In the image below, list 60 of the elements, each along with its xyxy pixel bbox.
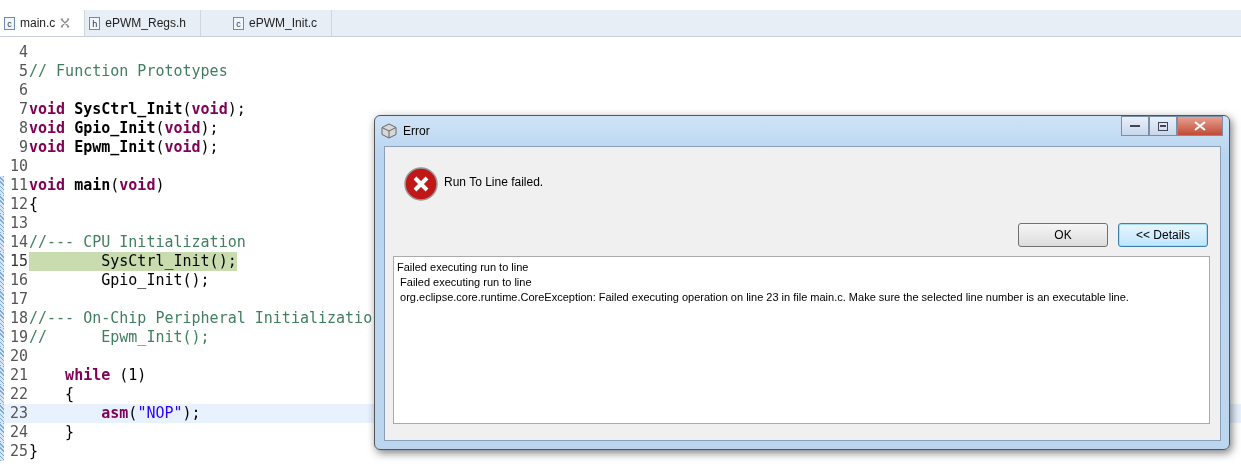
code-line: while (1)	[64, 366, 147, 385]
line-number: 21	[8, 366, 29, 385]
line-number: 4	[17, 43, 29, 62]
line-number: 19	[8, 328, 29, 347]
line-number: 9	[17, 138, 29, 157]
line-number: 17	[8, 290, 29, 309]
error-icon	[404, 167, 438, 201]
details-line: org.eclipse.core.runtime.CoreException: Failed executing operation on line 23 in file main.c. Make sure the selected line number is an executable line.	[399, 290, 1130, 305]
line-number: 10	[8, 157, 29, 176]
code-line: void SysCtrl_Init(void);	[29, 100, 246, 119]
line-number: 15	[8, 252, 29, 271]
code-line: Gpio_Init();	[100, 271, 210, 290]
tab-label: main.c	[20, 16, 56, 30]
cube-icon	[381, 123, 397, 139]
code-line: void main(void)	[29, 176, 165, 195]
code-line: //--- On-Chip Peripheral Initializatio	[29, 309, 373, 328]
details-line: Failed executing run to line	[397, 260, 530, 275]
line-number: 12	[8, 195, 29, 214]
editor-tab[interactable]: c main.c	[0, 10, 86, 36]
dialog-button[interactable]: << Details	[1118, 223, 1208, 247]
line-number: 7	[17, 100, 29, 119]
line-number: 22	[8, 385, 29, 404]
minimize-icon	[1130, 124, 1140, 128]
code-line: {	[64, 385, 75, 404]
code-line: void Gpio_Init(void);	[29, 119, 219, 138]
tab-label: ePWM_Regs.h	[105, 16, 187, 30]
line-number: 14	[8, 233, 29, 252]
line-number: 8	[17, 119, 29, 138]
code-line: //--- CPU Initialization	[29, 233, 246, 252]
code-line: {	[29, 195, 39, 214]
file-icon: c	[4, 16, 15, 30]
code-line: asm("NOP");	[100, 404, 201, 423]
code-line: void Epwm_Init(void);	[29, 138, 219, 157]
dialog-title: Error	[403, 124, 431, 138]
dialog-button[interactable]: OK	[1018, 223, 1108, 247]
line-number: 23	[8, 404, 29, 423]
line-number: 5	[17, 62, 29, 81]
close-icon[interactable]	[60, 18, 71, 28]
line-number: 16	[8, 271, 29, 290]
line-number: 24	[8, 423, 29, 442]
line-number: 13	[8, 214, 29, 233]
code-line: }	[29, 442, 39, 461]
file-icon: c	[233, 16, 245, 30]
maximize-button[interactable]	[1149, 116, 1177, 136]
code-line: // Epwm_Init();	[29, 328, 210, 347]
error-message: Run To Line failed.	[444, 175, 544, 189]
tab-label: ePWM_Init.c	[249, 16, 318, 30]
details-line: Failed executing run to line	[399, 275, 533, 290]
line-number: 20	[8, 347, 29, 366]
code-line: // Function Prototypes	[29, 62, 228, 81]
maximize-icon	[1158, 121, 1168, 131]
close-icon	[1194, 121, 1206, 131]
line-number: 11	[8, 176, 29, 195]
code-line: }	[64, 423, 75, 442]
line-number: 18	[8, 309, 29, 328]
minimize-button[interactable]	[1121, 116, 1149, 136]
close-button[interactable]	[1177, 116, 1223, 136]
file-icon: h	[89, 16, 101, 30]
line-number: 6	[17, 81, 29, 100]
line-number: 25	[8, 442, 29, 461]
